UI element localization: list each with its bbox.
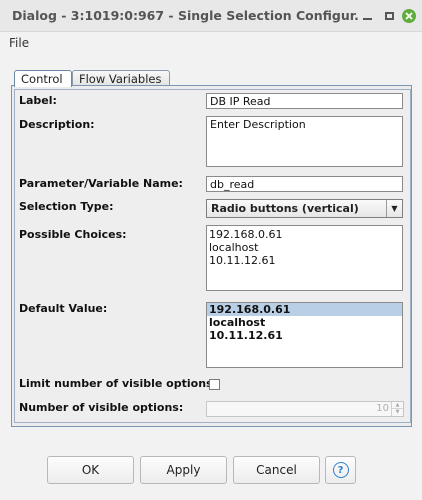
list-item[interactable]: localhost [207, 316, 402, 329]
description-label: Description: [19, 118, 95, 131]
menu-bar: File [0, 32, 422, 54]
selection-type-dropdown[interactable]: Radio buttons (vertical) ▼ [206, 199, 403, 218]
parameter-name-label: Parameter/Variable Name: [19, 177, 183, 190]
limit-visible-label: Limit number of visible options: [19, 377, 217, 390]
menu-file[interactable]: File [9, 36, 29, 50]
title-bar: Dialog - 3:1019:0:967 - Single Selection… [0, 0, 422, 32]
help-icon: ? [332, 462, 349, 478]
default-value-list[interactable]: 192.168.0.61 localhost 10.11.12.61 [206, 302, 403, 368]
chevron-down-icon[interactable]: ▼ [386, 200, 402, 217]
tab-flow-variables[interactable]: Flow Variables [72, 70, 170, 86]
tab-control[interactable]: Control [14, 70, 72, 87]
list-item: 192.168.0.61 [209, 228, 283, 241]
parameter-name-input[interactable]: db_read [206, 176, 403, 192]
possible-choices-textarea[interactable]: 192.168.0.61 localhost 10.11.12.61 [206, 225, 403, 291]
close-button[interactable] [402, 9, 416, 23]
spinner-up-icon[interactable]: ▲ [392, 402, 403, 409]
minimize-button[interactable] [360, 9, 374, 23]
list-item: 10.11.12.61 [209, 254, 276, 267]
apply-button[interactable]: Apply [140, 456, 227, 484]
label-label: Label: [19, 94, 57, 107]
possible-choices-label: Possible Choices: [19, 228, 127, 241]
selection-type-label: Selection Type: [19, 200, 114, 213]
num-visible-value: 10 [376, 403, 389, 414]
list-item: localhost [209, 241, 259, 254]
help-button[interactable]: ? [325, 456, 356, 484]
limit-visible-checkbox[interactable] [209, 379, 220, 390]
spinner-buttons[interactable]: ▲ ▼ [391, 402, 403, 416]
maximize-icon [384, 12, 394, 20]
cancel-button[interactable]: Cancel [233, 456, 320, 484]
window-title: Dialog - 3:1019:0:967 - Single Selection… [12, 8, 358, 23]
default-value-label: Default Value: [19, 302, 108, 315]
selection-type-value: Radio buttons (vertical) [211, 202, 359, 215]
ok-button[interactable]: OK [47, 456, 134, 484]
maximize-button[interactable] [382, 9, 396, 23]
num-visible-label: Number of visible options: [19, 401, 184, 414]
close-icon [405, 12, 413, 20]
label-input[interactable]: DB IP Read [206, 93, 403, 109]
description-textarea[interactable]: Enter Description [206, 116, 403, 167]
num-visible-spinner[interactable]: 10 ▲ ▼ [206, 401, 404, 417]
list-item[interactable]: 192.168.0.61 [207, 303, 402, 316]
spinner-down-icon[interactable]: ▼ [392, 409, 403, 416]
list-item[interactable]: 10.11.12.61 [207, 329, 402, 342]
minimize-icon [362, 18, 372, 20]
